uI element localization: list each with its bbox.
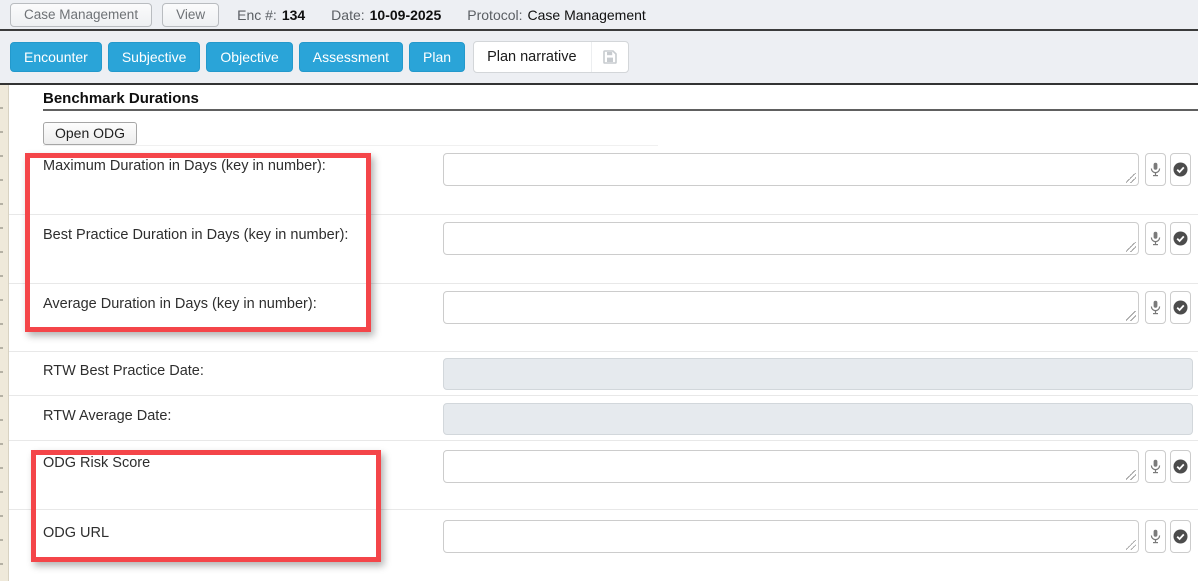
field-label: RTW Best Practice Date: (43, 363, 204, 379)
form-rows: Maximum Duration in Days (key in number)… (9, 146, 1198, 581)
odg-url-textarea[interactable] (444, 521, 1138, 552)
form-row-average-duration: Average Duration in Days (key in number)… (9, 284, 1198, 352)
enc-label: Enc #: (237, 7, 277, 23)
tab-plan[interactable]: Plan (409, 42, 465, 72)
check-circle-icon[interactable] (1170, 153, 1191, 186)
open-odg-button[interactable]: Open ODG (43, 122, 137, 145)
tab-objective[interactable]: Objective (206, 42, 292, 72)
average-duration-textarea[interactable] (444, 292, 1138, 323)
field-label: Best Practice Duration in Days (key in n… (43, 227, 348, 243)
left-panel-edge (0, 85, 9, 581)
view-button[interactable]: View (162, 3, 219, 27)
protocol-value: Case Management (528, 7, 646, 23)
form-row-rtw-average-date: RTW Average Date: (9, 396, 1198, 441)
section-title-divider (43, 109, 1198, 111)
date-label: Date: (331, 7, 364, 23)
check-circle-icon[interactable] (1170, 291, 1191, 324)
check-circle-icon[interactable] (1170, 520, 1191, 553)
form-row-maximum-duration: Maximum Duration in Days (key in number)… (9, 146, 1198, 215)
case-management-button[interactable]: Case Management (10, 3, 152, 27)
enc-value: 134 (282, 7, 305, 23)
encounter-number-field: Enc #: 134 (237, 7, 305, 23)
benchmark-durations-panel: Benchmark Durations Open ODG Maximum Dur… (9, 85, 1198, 581)
field-label: RTW Average Date: (43, 408, 171, 424)
protocol-label: Protocol: (467, 7, 522, 23)
field-label: ODG URL (43, 525, 109, 541)
top-header-bar: Case Management View Enc #: 134 Date: 10… (0, 0, 1198, 31)
form-row-odg-url: ODG URL (9, 510, 1198, 581)
plan-narrative-label: Plan narrative (474, 49, 590, 65)
field-label: ODG Risk Score (43, 455, 150, 471)
date-value: 10-09-2025 (370, 7, 442, 23)
microphone-icon[interactable] (1145, 450, 1166, 483)
best-practice-duration-input[interactable] (443, 222, 1139, 255)
best-practice-duration-textarea[interactable] (444, 223, 1138, 254)
tab-assessment[interactable]: Assessment (299, 42, 403, 72)
microphone-icon[interactable] (1145, 520, 1166, 553)
odg-url-input[interactable] (443, 520, 1139, 553)
date-field: Date: 10-09-2025 (331, 7, 441, 23)
plan-narrative-button[interactable]: Plan narrative (473, 41, 628, 73)
field-label: Average Duration in Days (key in number)… (43, 296, 317, 312)
maximum-duration-input[interactable] (443, 153, 1139, 186)
rtw-best-practice-date-input (443, 358, 1193, 390)
microphone-icon[interactable] (1145, 153, 1166, 186)
soap-tab-bar: Encounter Subjective Objective Assessmen… (0, 31, 1198, 85)
microphone-icon[interactable] (1145, 222, 1166, 255)
microphone-icon[interactable] (1145, 291, 1166, 324)
floppy-disk-icon[interactable] (591, 42, 628, 72)
rtw-average-date-input (443, 403, 1193, 435)
maximum-duration-textarea[interactable] (444, 154, 1138, 185)
section-title: Benchmark Durations (43, 90, 199, 107)
field-label: Maximum Duration in Days (key in number)… (43, 158, 326, 174)
protocol-field: Protocol: Case Management (467, 7, 646, 23)
odg-risk-score-textarea[interactable] (444, 451, 1138, 482)
form-row-rtw-best-practice-date: RTW Best Practice Date: (9, 352, 1198, 396)
tab-subjective[interactable]: Subjective (108, 42, 201, 72)
check-circle-icon[interactable] (1170, 450, 1191, 483)
average-duration-input[interactable] (443, 291, 1139, 324)
odg-risk-score-input[interactable] (443, 450, 1139, 483)
check-circle-icon[interactable] (1170, 222, 1191, 255)
form-row-odg-risk-score: ODG Risk Score (9, 441, 1198, 510)
tab-encounter[interactable]: Encounter (10, 42, 102, 72)
form-row-best-practice-duration: Best Practice Duration in Days (key in n… (9, 215, 1198, 284)
